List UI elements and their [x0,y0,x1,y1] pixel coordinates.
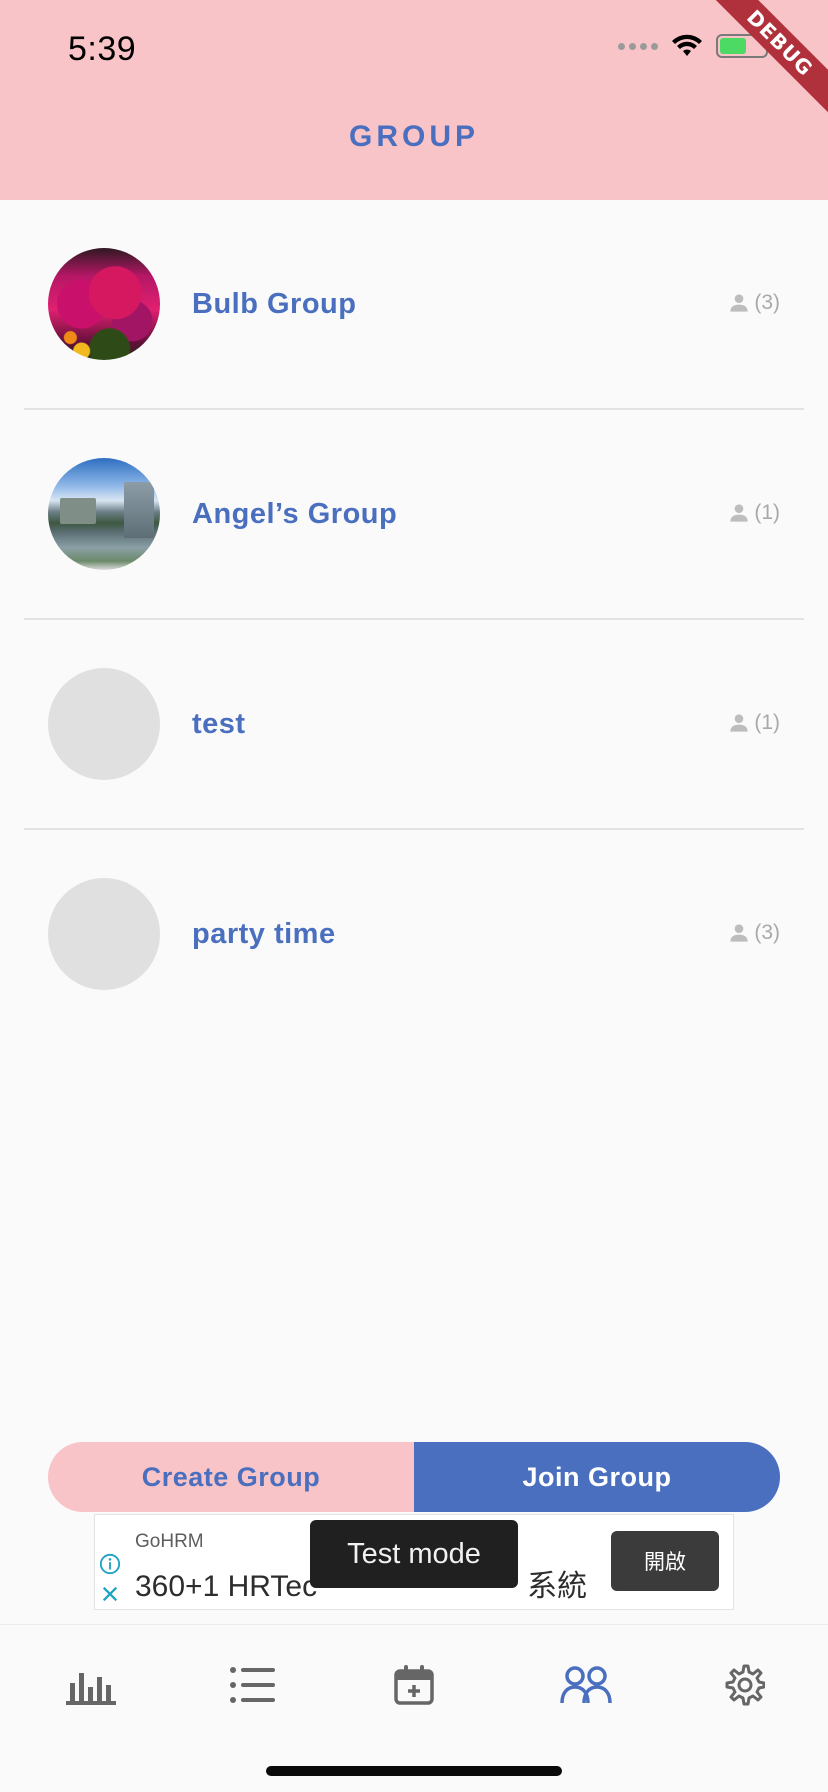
wifi-icon [672,34,702,56]
group-name: Bulb Group [192,288,357,320]
ad-headline-start: 360+1 HRTec [135,1570,318,1603]
member-count-value: (3) [754,291,780,314]
page-title: GROUP [348,120,479,153]
group-row[interactable]: party time (3) [24,830,804,1040]
group-avatar-placeholder [48,878,160,990]
tab-statistics[interactable] [61,1659,121,1711]
tab-list[interactable] [222,1659,282,1711]
group-avatar-placeholder [48,668,160,780]
tab-calendar[interactable] [384,1659,444,1711]
ad-headline-end: 系統 [527,1570,588,1603]
join-group-button[interactable]: Join Group [414,1442,780,1512]
person-icon [730,504,748,522]
member-count: (1) [726,500,780,526]
bar-chart-icon [66,1673,116,1705]
group-row[interactable]: test (1) [24,620,804,830]
member-count: (3) [726,290,780,316]
member-count: (3) [726,920,780,946]
group-actions: Create Group Join Group [48,1442,780,1512]
status-time: 5:39 [68,30,137,68]
member-count-value: (3) [754,921,780,944]
tab-settings[interactable] [714,1659,774,1711]
member-count: (1) [726,710,780,736]
group-row[interactable]: Angel’s Group (1) [24,410,804,620]
ad-open-button[interactable]: 開啟 [611,1531,719,1591]
group-name: party time [192,918,336,950]
create-group-button[interactable]: Create Group [48,1442,414,1512]
member-count-value: (1) [754,501,780,524]
ad-advertiser: GoHRM [135,1531,204,1552]
calendar-add-icon [394,1665,434,1705]
group-name: Angel’s Group [192,498,398,530]
close-icon[interactable] [101,1585,119,1603]
test-mode-label: Test mode [310,1520,518,1588]
cellular-signal-icon [618,42,658,50]
person-icon [730,714,748,732]
person-icon [730,294,748,312]
app-header: 5:39 DEBUG GROUP [0,0,828,200]
group-avatar-lake-photo [48,458,160,570]
group-icon [560,1666,612,1704]
list-icon [230,1667,275,1703]
status-icons [618,34,772,58]
group-list: Bulb Group (3) Angel’s Group (1) test (1… [0,200,828,1040]
settings-icon [725,1664,765,1706]
home-indicator[interactable] [266,1766,562,1776]
tab-group[interactable] [556,1659,616,1711]
group-row[interactable]: Bulb Group (3) [24,200,804,410]
debug-banner: DEBUG [698,0,828,125]
info-icon[interactable] [99,1553,121,1575]
member-count-value: (1) [754,711,780,734]
person-icon [730,924,748,942]
group-name: test [192,708,246,740]
group-avatar-flowers-photo [48,248,160,360]
